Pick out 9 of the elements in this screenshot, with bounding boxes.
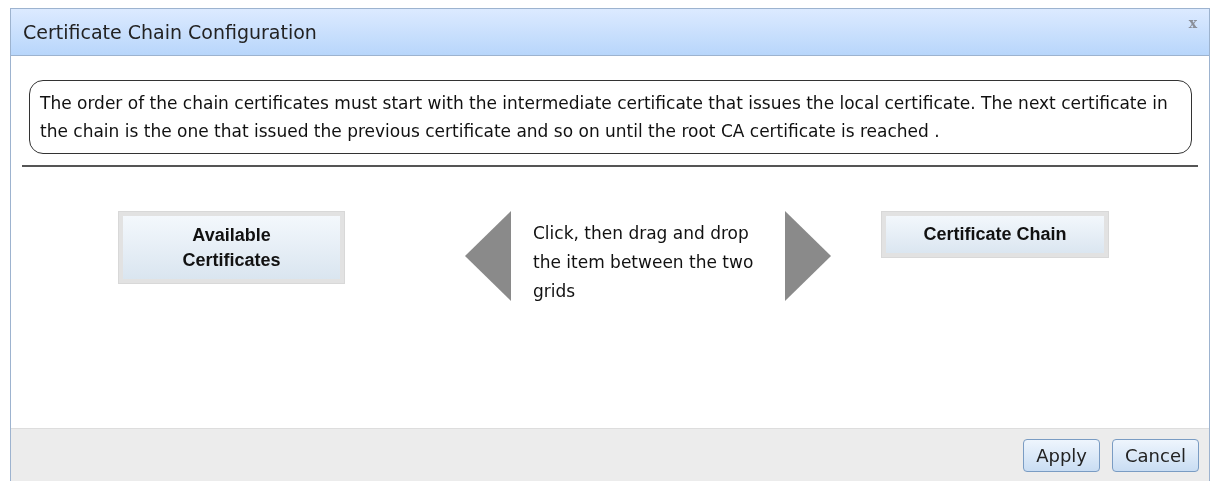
right-arrow-icon: [785, 211, 831, 301]
grid-header: Available Certificates: [118, 211, 345, 284]
instruction-text: Click, then drag and drop the item between the two grids: [533, 222, 755, 303]
grid-header: Certificate Chain: [881, 211, 1109, 258]
apply-button[interactable]: Apply: [1023, 438, 1100, 472]
left-arrow-icon: [465, 211, 511, 301]
cancel-button[interactable]: Cancel: [1112, 438, 1199, 472]
notice-text: The order of the chain certificates must start with the intermediate certificate that issues the local certificate. The next certificate in the chain is the one that issued the previous certificate and so on until the root CA certificate is reached .: [29, 80, 1192, 154]
dialog-title: Certificate Chain Configuration: [23, 21, 317, 43]
